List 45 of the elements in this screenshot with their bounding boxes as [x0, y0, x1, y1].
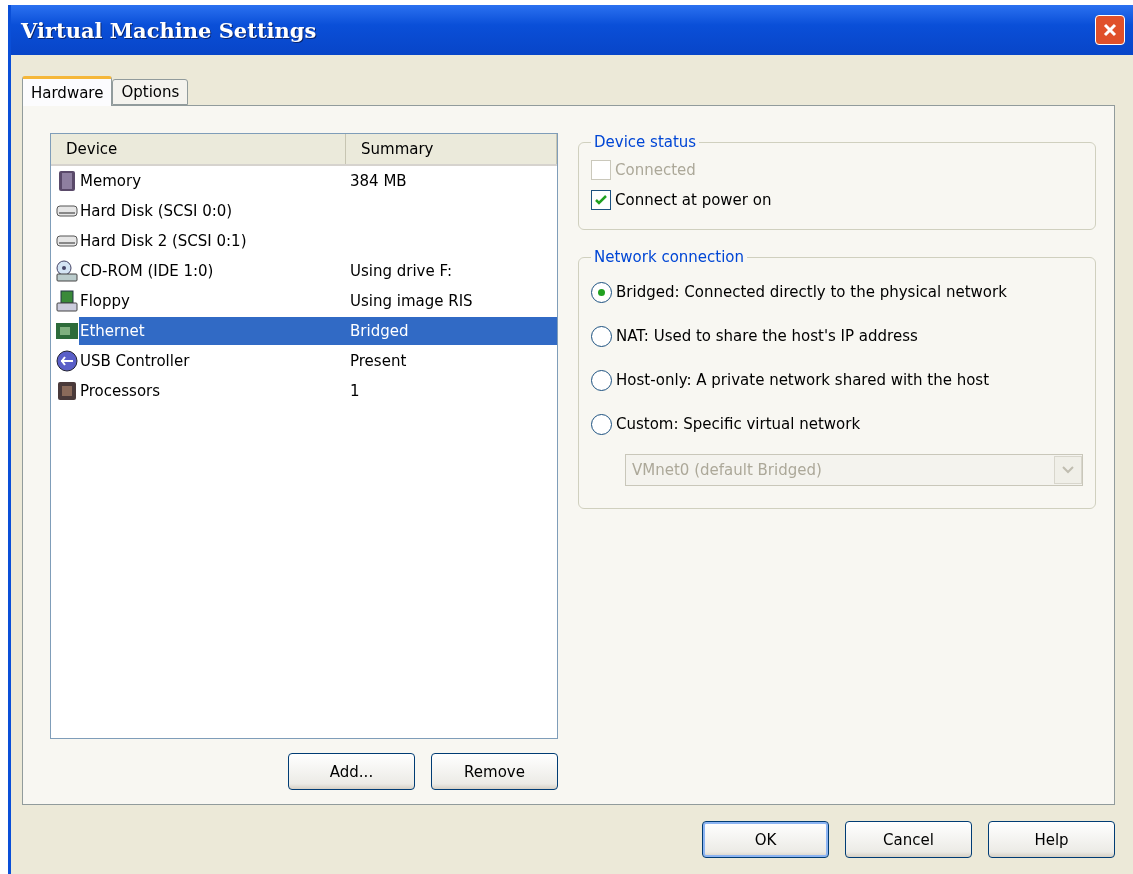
check-icon: [594, 193, 608, 207]
radio-label: Bridged: Connected directly to the physical network: [616, 283, 1007, 301]
device-summary: Using drive F:: [350, 261, 453, 282]
device-name[interactable]: USB Controller: [79, 347, 350, 375]
group-title: Network connection: [593, 248, 746, 266]
dialog-button[interactable]: Cancel: [845, 821, 972, 858]
device-summary: Using image RIS: [350, 291, 474, 312]
close-button[interactable]: [1095, 15, 1125, 45]
cd-drive-icon: [55, 259, 79, 283]
radio-label: Custom: Specific virtual network: [616, 415, 861, 433]
radio-button[interactable]: [591, 413, 612, 435]
usb-icon: [55, 349, 79, 373]
device-name[interactable]: Memory: [79, 167, 350, 195]
window-title: Virtual Machine Settings: [21, 17, 317, 43]
tab[interactable]: Options: [112, 79, 189, 105]
chevron-down-icon: [1054, 456, 1082, 484]
device-summary: 1: [350, 381, 361, 402]
device-summary: Present: [350, 351, 408, 372]
radio-button[interactable]: [591, 325, 612, 347]
list-button[interactable]: Remove: [431, 753, 558, 790]
column-header[interactable]: Summary: [346, 134, 557, 164]
column-header[interactable]: Device: [51, 134, 346, 164]
dialog-button[interactable]: Help: [988, 821, 1115, 858]
device-name[interactable]: Ethernet: [79, 317, 350, 345]
list-button[interactable]: Add...: [288, 753, 415, 790]
radio-button[interactable]: [591, 369, 612, 391]
checkbox-label: Connected: [615, 161, 696, 179]
dialog-button[interactable]: OK: [702, 821, 829, 858]
device-name[interactable]: Processors: [79, 377, 350, 405]
processor-icon: [55, 379, 79, 403]
radio-button[interactable]: [591, 281, 612, 303]
floppy-drive-icon: [55, 289, 79, 313]
device-summary: Bridged: [350, 317, 557, 345]
checkbox-label: Connect at power on: [615, 191, 772, 209]
device-name[interactable]: Hard Disk (SCSI 0:0): [79, 197, 350, 225]
close-icon: [1102, 22, 1118, 38]
group-title: Device status: [593, 133, 698, 151]
radio-label: Host-only: A private network shared with the host: [616, 371, 990, 389]
device-name[interactable]: Floppy: [79, 287, 350, 315]
device-name[interactable]: Hard Disk 2 (SCSI 0:1): [79, 227, 350, 255]
radio-label: NAT: Used to share the host's IP address: [616, 327, 918, 345]
tab[interactable]: Hardware: [22, 76, 113, 106]
device-summary: 384 MB: [350, 171, 408, 192]
checkbox[interactable]: [591, 190, 611, 210]
device-name[interactable]: CD-ROM (IDE 1:0): [79, 257, 350, 285]
